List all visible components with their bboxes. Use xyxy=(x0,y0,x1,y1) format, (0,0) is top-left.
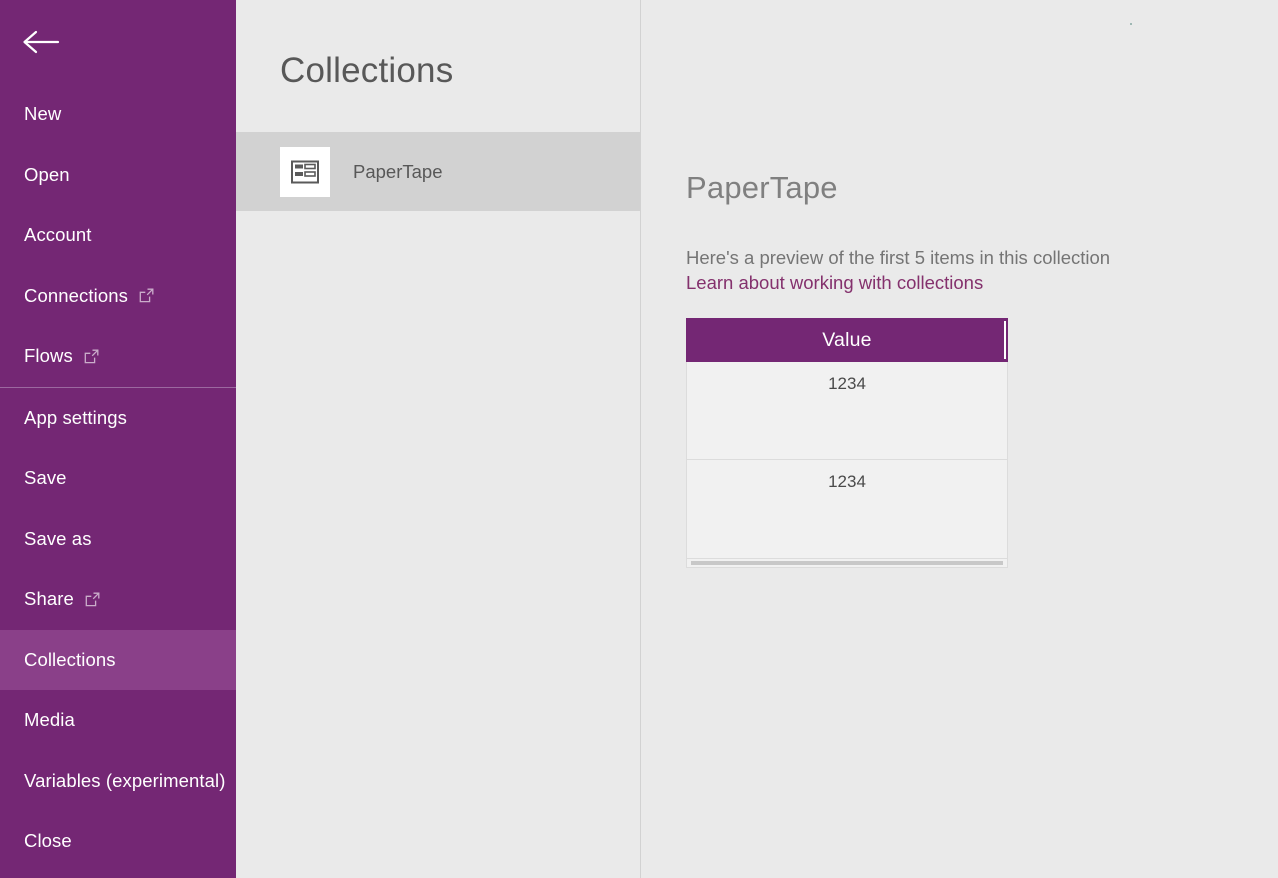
sidebar-item-open[interactable]: Open xyxy=(0,145,236,206)
app-root: New Open Account Connections xyxy=(0,0,1278,878)
external-link-icon xyxy=(84,349,99,364)
column-resize-handle[interactable] xyxy=(1004,321,1006,359)
sidebar-item-label: App settings xyxy=(24,409,127,428)
sidebar-item-label: Account xyxy=(24,226,92,245)
table-row[interactable]: 1234 xyxy=(687,362,1007,460)
external-link-icon xyxy=(139,288,154,303)
table-header-row: Value xyxy=(686,318,1008,362)
sidebar: New Open Account Connections xyxy=(0,0,236,878)
sidebar-item-label: Close xyxy=(24,832,72,851)
sidebar-item-save-as[interactable]: Save as xyxy=(0,509,236,570)
preview-table: Value 1234 1234 xyxy=(686,318,1008,568)
sidebar-item-label: New xyxy=(24,105,61,124)
sidebar-item-account[interactable]: Account xyxy=(0,205,236,266)
sidebar-item-label: Connections xyxy=(24,287,128,306)
preview-note: Here's a preview of the first 5 items in… xyxy=(686,245,1278,270)
sidebar-nav: New Open Account Connections xyxy=(0,84,236,872)
sidebar-item-label: Media xyxy=(24,711,75,730)
collections-list-pane: Collections PaperTape xyxy=(236,0,641,878)
render-artifact-pixel xyxy=(1130,23,1132,25)
table-column-header-value: Value xyxy=(822,329,871,352)
detail-title: PaperTape xyxy=(686,0,1278,203)
collection-table-icon xyxy=(280,147,330,197)
external-link-icon xyxy=(85,592,100,607)
list-item-label: PaperTape xyxy=(353,161,442,183)
sidebar-item-label: Open xyxy=(24,166,70,185)
list-item[interactable]: PaperTape xyxy=(236,132,640,211)
sidebar-item-save[interactable]: Save xyxy=(0,448,236,509)
sidebar-item-label: Variables (experimental) xyxy=(24,772,226,791)
scrollbar-thumb[interactable] xyxy=(691,561,1003,565)
learn-about-collections-link[interactable]: Learn about working with collections xyxy=(686,270,1278,295)
sidebar-item-label: Save as xyxy=(24,530,92,549)
sidebar-item-label: Collections xyxy=(24,651,116,670)
sidebar-item-variables[interactable]: Variables (experimental) xyxy=(0,751,236,812)
table-cell-value: 1234 xyxy=(828,472,866,558)
sidebar-item-connections[interactable]: Connections xyxy=(0,266,236,327)
table-body: 1234 1234 xyxy=(686,362,1008,559)
table-cell-value: 1234 xyxy=(828,374,866,459)
sidebar-item-close[interactable]: Close xyxy=(0,811,236,872)
sidebar-item-label: Flows xyxy=(24,347,73,366)
back-arrow-icon xyxy=(22,29,60,55)
sidebar-item-app-settings[interactable]: App settings xyxy=(0,388,236,449)
table-row[interactable]: 1234 xyxy=(687,460,1007,558)
sidebar-item-flows[interactable]: Flows xyxy=(0,326,236,387)
table-horizontal-scrollbar[interactable] xyxy=(686,559,1008,568)
sidebar-item-label: Save xyxy=(24,469,67,488)
collection-detail-pane: PaperTape Here's a preview of the first … xyxy=(641,0,1278,878)
sidebar-item-new[interactable]: New xyxy=(0,84,236,145)
sidebar-item-media[interactable]: Media xyxy=(0,690,236,751)
sidebar-item-label: Share xyxy=(24,590,74,609)
back-button[interactable] xyxy=(0,0,236,84)
page-title: Collections xyxy=(236,0,640,88)
sidebar-item-share[interactable]: Share xyxy=(0,569,236,630)
sidebar-item-collections[interactable]: Collections xyxy=(0,630,236,691)
